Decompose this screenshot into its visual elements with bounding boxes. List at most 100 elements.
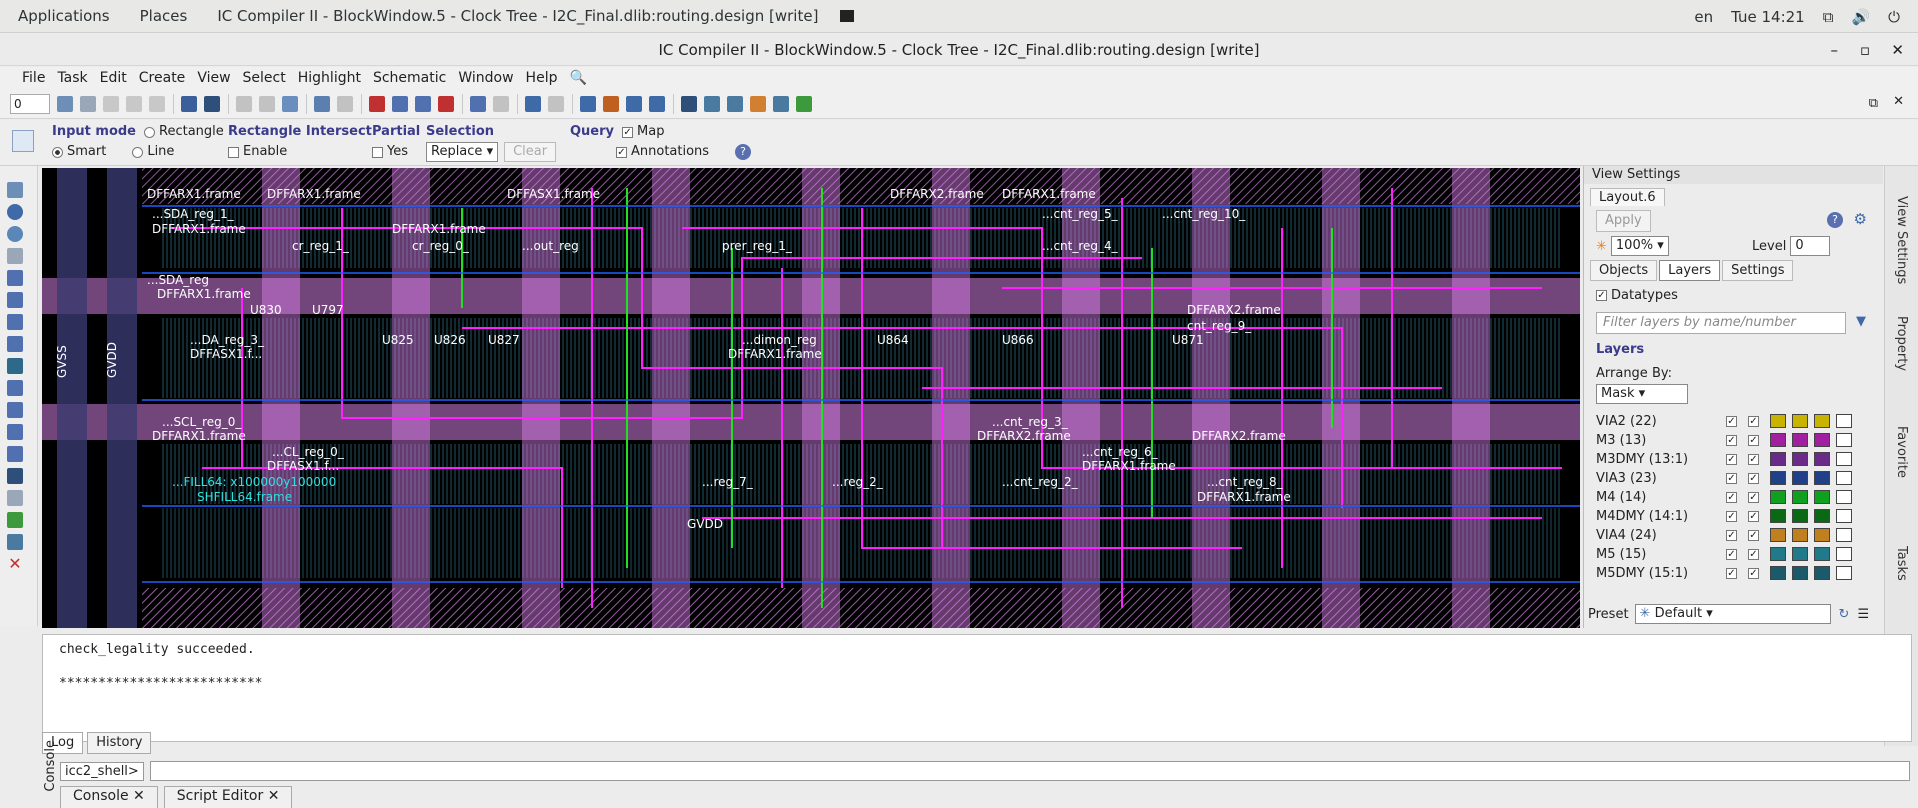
volume-icon[interactable]: 🔊: [1851, 8, 1870, 26]
selection-dropdown[interactable]: Replace ▾: [426, 142, 499, 162]
tab-console[interactable]: Console ✕: [60, 786, 158, 808]
layer-swatch[interactable]: [1770, 414, 1786, 428]
menu-edit[interactable]: Edit: [100, 70, 127, 86]
layer-filter-input[interactable]: Filter layers by name/number: [1596, 312, 1846, 334]
dock-tasks[interactable]: Tasks: [1894, 546, 1909, 581]
menu-schematic[interactable]: Schematic: [373, 70, 446, 86]
array-tool-icon[interactable]: [7, 446, 23, 462]
places-menu[interactable]: Places: [140, 7, 188, 25]
spread-icon[interactable]: [149, 95, 165, 112]
visible-checkbox[interactable]: ✓: [1726, 549, 1737, 560]
layer-row[interactable]: M5DMY (15:1) ✓ ✓: [1596, 564, 1759, 583]
clock[interactable]: Tue 14:21: [1731, 8, 1805, 26]
path-tool-icon[interactable]: [7, 402, 23, 418]
selectable-checkbox[interactable]: ✓: [1748, 549, 1759, 560]
menu-icon[interactable]: ☰: [1857, 607, 1869, 622]
visible-checkbox[interactable]: ✓: [1726, 454, 1737, 465]
delete-icon[interactable]: [259, 95, 275, 112]
layer-swatch[interactable]: [1770, 509, 1786, 523]
move-tool-icon[interactable]: [7, 270, 23, 286]
layer-swatch-outline[interactable]: [1836, 528, 1852, 542]
layer-row[interactable]: M4DMY (14:1) ✓ ✓: [1596, 507, 1759, 526]
map-checkbox[interactable]: ✓: [622, 126, 634, 138]
layer-row[interactable]: VIA2 (22) ✓ ✓: [1596, 412, 1759, 431]
split-tool-icon[interactable]: [7, 380, 23, 396]
dock-favorite[interactable]: Favorite: [1894, 426, 1909, 478]
color-icon[interactable]: [750, 95, 766, 112]
check-list-icon[interactable]: [415, 95, 431, 112]
zoom-alt-icon[interactable]: [493, 95, 509, 112]
grid-tool-icon[interactable]: [7, 490, 23, 506]
layer-swatch[interactable]: [1792, 528, 1808, 542]
hierarchy-icon[interactable]: [603, 95, 619, 112]
stretch-tool-icon[interactable]: [7, 292, 23, 308]
layout-canvas[interactable]: DFFARX1.frame DFFARX1.frame DFFASX1.fram…: [42, 168, 1580, 628]
via-tool-icon[interactable]: [7, 534, 23, 550]
layer-swatch-outline[interactable]: [1836, 566, 1852, 580]
net-icon[interactable]: [727, 95, 743, 112]
applications-menu[interactable]: Applications: [18, 7, 110, 25]
info-tool-icon[interactable]: [7, 204, 23, 220]
zoom-icon[interactable]: [470, 95, 486, 112]
menu-select[interactable]: Select: [243, 70, 286, 86]
layer-swatch[interactable]: [1792, 490, 1808, 504]
route-tool-icon[interactable]: [7, 512, 23, 528]
layer-swatch-outline[interactable]: [1836, 547, 1852, 561]
menu-create[interactable]: Create: [139, 70, 186, 86]
filter-icon[interactable]: [626, 95, 642, 112]
snap-icon[interactable]: [80, 95, 96, 112]
layer-swatch-outline[interactable]: [1836, 433, 1852, 447]
layer-swatch[interactable]: [1814, 452, 1830, 466]
layer-row[interactable]: VIA3 (23) ✓ ✓: [1596, 469, 1759, 488]
flip-tool-icon[interactable]: [7, 314, 23, 330]
layer-swatch[interactable]: [1814, 528, 1830, 542]
distribute-icon[interactable]: [126, 95, 142, 112]
console-output[interactable]: check_legality succeeded. **************…: [42, 634, 1912, 742]
message-icon[interactable]: [580, 95, 596, 112]
cell-icon[interactable]: [681, 95, 697, 112]
line-radio[interactable]: [132, 146, 144, 158]
help-icon[interactable]: ?: [1827, 212, 1843, 228]
datatypes-checkbox[interactable]: ✓: [1596, 290, 1607, 301]
toolbar-spinbox[interactable]: 0: [10, 93, 50, 114]
menu-highlight[interactable]: Highlight: [298, 70, 361, 86]
minimize-icon[interactable]: –: [1831, 34, 1839, 66]
layer-swatch[interactable]: [1770, 528, 1786, 542]
select-tool-icon[interactable]: [57, 95, 73, 112]
filter-icon[interactable]: ▼: [1856, 314, 1866, 329]
pointer-icon[interactable]: [12, 130, 34, 152]
undo-icon[interactable]: [525, 95, 541, 112]
layer-row[interactable]: M3DMY (13:1) ✓ ✓: [1596, 450, 1759, 469]
layer-swatch[interactable]: [1770, 547, 1786, 561]
layer-swatch[interactable]: [1814, 490, 1830, 504]
layer-swatch[interactable]: [1792, 433, 1808, 447]
layer-row[interactable]: M4 (14) ✓ ✓: [1596, 488, 1759, 507]
selectable-checkbox[interactable]: ✓: [1748, 454, 1759, 465]
route-alt-icon[interactable]: [337, 95, 353, 112]
layer-swatch[interactable]: [1792, 509, 1808, 523]
layer-swatch[interactable]: [1814, 433, 1830, 447]
visible-checkbox[interactable]: ✓: [1726, 492, 1737, 503]
timing-icon[interactable]: [704, 95, 720, 112]
copy-tool-icon[interactable]: [7, 424, 23, 440]
restore-icon[interactable]: ⧉: [1869, 96, 1878, 111]
arrange-dropdown[interactable]: Mask ▾: [1596, 384, 1688, 404]
tab-layers[interactable]: Layers: [1659, 260, 1721, 281]
panel-close-icon[interactable]: ✕: [1893, 94, 1904, 109]
layer-swatch[interactable]: [1770, 433, 1786, 447]
layer-swatch-outline[interactable]: [1836, 471, 1852, 485]
camera-icon[interactable]: [649, 95, 665, 112]
tab-script-editor[interactable]: Script Editor ✕: [163, 786, 293, 808]
layer-row[interactable]: M5 (15) ✓ ✓: [1596, 545, 1759, 564]
tree-icon[interactable]: [773, 95, 789, 112]
menu-view[interactable]: View: [197, 70, 230, 86]
save-icon[interactable]: [204, 95, 220, 112]
star-icon[interactable]: [282, 95, 298, 112]
selectable-checkbox[interactable]: ✓: [1748, 473, 1759, 484]
tab-objects[interactable]: Objects: [1590, 260, 1658, 281]
selectable-checkbox[interactable]: ✓: [1748, 492, 1759, 503]
zoom-dropdown[interactable]: 100% ▾: [1610, 236, 1669, 256]
layer-swatch[interactable]: [1792, 566, 1808, 580]
layer-swatch[interactable]: [1770, 490, 1786, 504]
layer-swatch[interactable]: [1770, 452, 1786, 466]
